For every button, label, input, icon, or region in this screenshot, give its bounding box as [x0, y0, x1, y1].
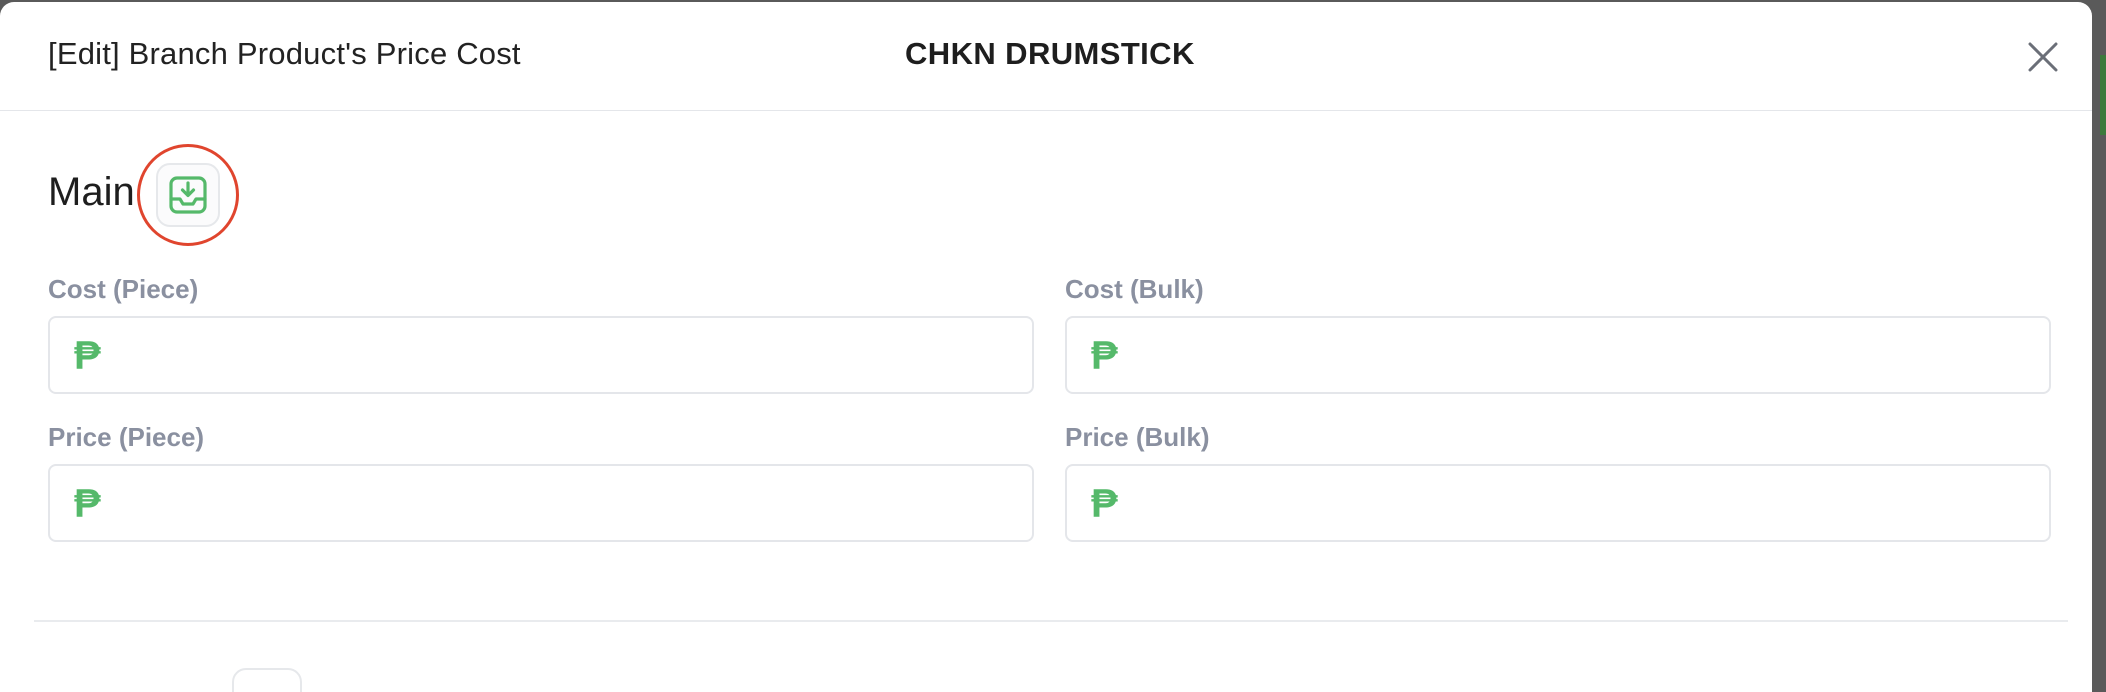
modal-header: [Edit] Branch Product's Price Cost CHKN … — [0, 2, 2092, 111]
cost-piece-field[interactable]: ₱ — [48, 316, 1034, 394]
product-name: CHKN DRUMSTICK — [905, 36, 1195, 71]
inbox-download-icon — [169, 176, 207, 214]
cost-piece-input[interactable] — [130, 326, 1014, 386]
backdrop-strip — [2100, 55, 2106, 135]
price-bulk-field[interactable]: ₱ — [1065, 464, 2051, 542]
price-piece-label: Price (Piece) — [48, 422, 205, 452]
peso-icon: ₱ — [74, 334, 101, 378]
peso-icon: ₱ — [74, 482, 101, 526]
price-piece-input[interactable] — [130, 474, 1014, 534]
save-button[interactable] — [156, 163, 220, 227]
section-divider — [34, 620, 2068, 622]
price-bulk-input[interactable] — [1147, 474, 2031, 534]
save-button-highlight — [137, 144, 239, 246]
close-button[interactable] — [2024, 38, 2062, 76]
modal-title: [Edit] Branch Product's Price Cost — [48, 36, 521, 71]
peso-icon: ₱ — [1091, 482, 1118, 526]
price-piece-field[interactable]: ₱ — [48, 464, 1034, 542]
edit-price-cost-modal: [Edit] Branch Product's Price Cost CHKN … — [0, 2, 2092, 692]
section-title-main: Main — [48, 170, 135, 214]
peso-icon: ₱ — [1091, 334, 1118, 378]
cost-bulk-field[interactable]: ₱ — [1065, 316, 2051, 394]
price-bulk-label: Price (Bulk) — [1065, 422, 1210, 452]
cost-bulk-label: Cost (Bulk) — [1065, 274, 1204, 304]
cost-piece-label: Cost (Piece) — [48, 274, 199, 304]
cost-bulk-input[interactable] — [1147, 326, 2031, 386]
close-icon — [2028, 42, 2058, 72]
next-section-button[interactable] — [232, 668, 302, 692]
